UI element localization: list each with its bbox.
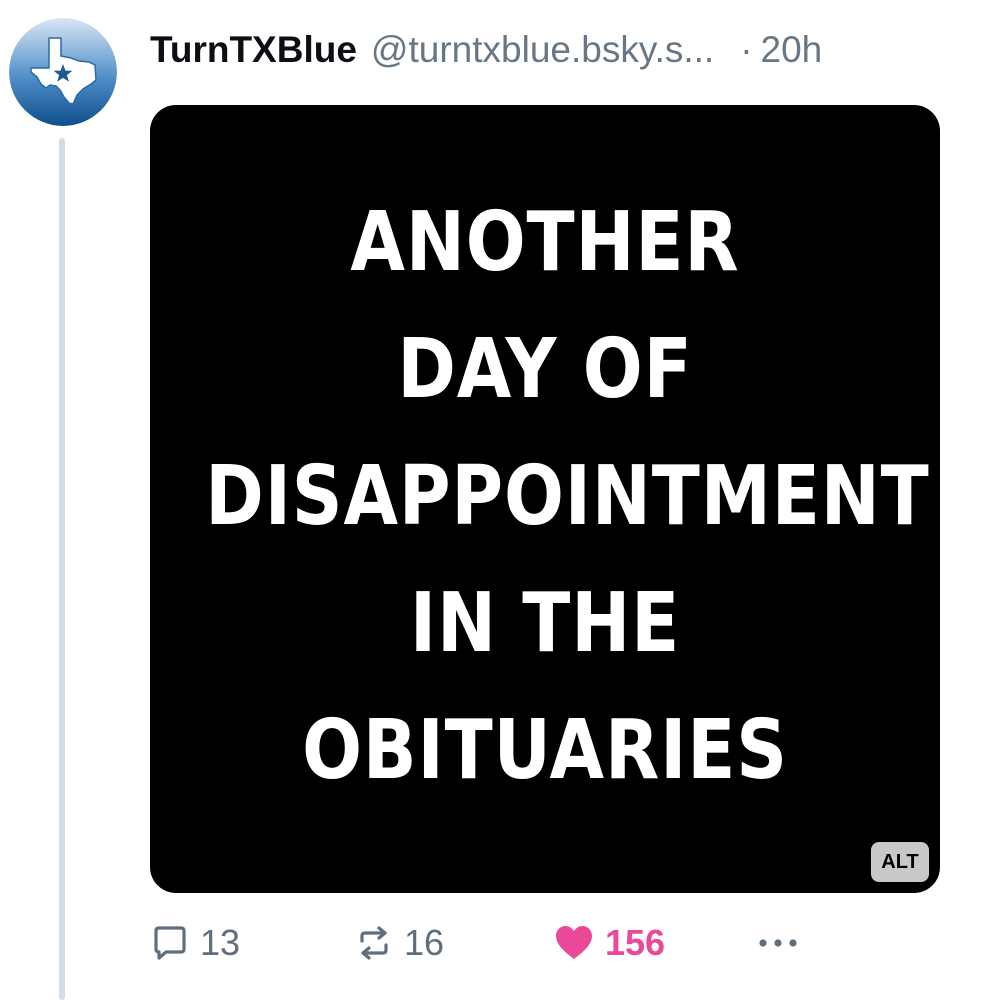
image-text-line: OBITUARIES [302, 703, 788, 798]
image-text: ANOTHER DAY OF DISAPPOINTMENT IN THE OBI… [205, 179, 930, 814]
user-handle[interactable]: @turntxblue.bsky.s... [371, 29, 714, 71]
repost-count: 16 [404, 922, 445, 963]
avatar[interactable] [9, 18, 117, 126]
ellipsis-icon [759, 939, 797, 947]
heart-filled-icon [556, 926, 592, 959]
reply-icon [154, 926, 186, 960]
reply-button[interactable]: 13 [150, 915, 240, 971]
repost-icon [360, 926, 388, 960]
separator-dot: · [740, 29, 753, 70]
thread-line [59, 138, 65, 1000]
post-image[interactable]: ANOTHER DAY OF DISAPPOINTMENT IN THE OBI… [150, 105, 940, 893]
repost-button[interactable]: 16 [354, 915, 444, 971]
image-text-line: ANOTHER [350, 195, 740, 290]
image-text-line: IN THE [409, 576, 681, 671]
alt-text-badge[interactable]: ALT [871, 842, 929, 882]
like-count: 156 [605, 922, 666, 963]
reply-count: 13 [200, 922, 241, 963]
post-timestamp[interactable]: 20h [761, 29, 823, 71]
texas-star-icon [9, 18, 117, 126]
display-name[interactable]: TurnTXBlue [150, 29, 357, 71]
post-header: TurnTXBlue @turntxblue.bsky.s... · 20h [150, 22, 950, 78]
post-actions: 13 16 156 [150, 915, 950, 971]
more-options-button[interactable] [755, 915, 811, 971]
image-text-line: DISAPPOINTMENT [205, 449, 930, 544]
post-container: TurnTXBlue @turntxblue.bsky.s... · 20h A… [0, 0, 981, 1000]
like-button[interactable]: 156 [553, 915, 665, 971]
image-text-line: DAY OF [397, 322, 693, 417]
